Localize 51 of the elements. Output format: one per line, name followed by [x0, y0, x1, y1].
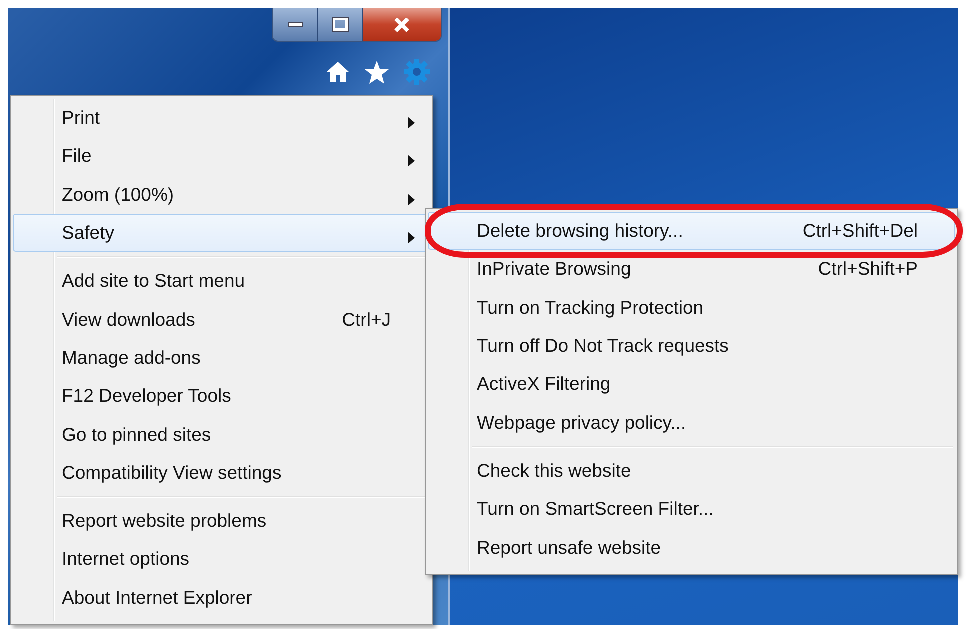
- menu-item-label: Turn on Tracking Protection: [477, 296, 704, 319]
- menu-item-label: About Internet Explorer: [62, 586, 252, 609]
- menu-item-label: Safety: [62, 222, 114, 244]
- menu-item-label: Turn on SmartScreen Filter...: [477, 498, 714, 520]
- menu-item-label: Manage add-ons: [62, 346, 201, 369]
- menu-item-label: Internet options: [62, 548, 190, 570]
- menu-item[interactable]: Webpage privacy policy...: [428, 403, 955, 442]
- submenu-arrow-icon: [408, 155, 415, 168]
- menu-item-label: Add site to Start menu: [62, 270, 246, 292]
- shortcut-label: Ctrl+Shift+P: [818, 258, 918, 280]
- shortcut-label: Ctrl+J: [342, 308, 391, 331]
- menu-item[interactable]: Print: [13, 99, 430, 138]
- menu-item-label: F12 Developer Tools: [62, 385, 232, 408]
- menu-item-label: ActiveX Filtering: [477, 373, 611, 396]
- menu-item-label: Go to pinned sites: [62, 424, 212, 446]
- menu-item-label: Zoom (100%): [62, 184, 174, 206]
- minimize-button[interactable]: [273, 8, 317, 41]
- maximize-button[interactable]: [317, 8, 362, 41]
- submenu-arrow-icon: [408, 232, 415, 244]
- menu-item[interactable]: Report unsafe website: [428, 528, 955, 567]
- menu-item-label: Turn off Do Not Track requests: [477, 335, 729, 358]
- menu-item[interactable]: Zoom (100%): [13, 176, 430, 214]
- home-icon: [326, 61, 350, 83]
- close-button[interactable]: [362, 8, 441, 41]
- menu-item[interactable]: Turn off Do Not Track requests: [428, 326, 955, 366]
- submenu-arrow-icon: [408, 117, 415, 130]
- submenu-arrow-icon: [408, 194, 415, 206]
- menu-item[interactable]: Turn on Tracking Protection: [428, 288, 955, 327]
- menu-item-label: Compatibility View settings: [62, 462, 282, 484]
- close-icon: [394, 18, 410, 32]
- menu-item-label: Webpage privacy policy...: [477, 412, 686, 434]
- menu-item-label: View downloads: [62, 308, 196, 331]
- minimize-icon: [288, 22, 302, 27]
- menu-item[interactable]: Check this website: [428, 452, 955, 490]
- menu-item-label: File: [62, 145, 92, 168]
- maximize-icon: [332, 17, 348, 32]
- star-icon: [365, 60, 389, 84]
- menu-item-label: Print: [62, 107, 100, 130]
- menu-item-label: Report unsafe website: [477, 536, 662, 559]
- menu-item[interactable]: ActiveX Filtering: [428, 365, 955, 404]
- menu-item[interactable]: About Internet Explorer: [13, 578, 430, 617]
- menu-item-label: Check this website: [477, 460, 632, 482]
- menu-item[interactable]: File: [13, 137, 430, 176]
- menu-item-label: InPrivate Browsing: [477, 258, 632, 280]
- menu-item[interactable]: InPrivate Browsing Ctrl+Shift+P: [428, 250, 955, 289]
- menu-item[interactable]: Delete browsing history... Ctrl+Shift+Del: [428, 212, 955, 250]
- menu-item[interactable]: Turn on SmartScreen Filter...: [428, 490, 955, 528]
- menu-item-label: Delete browsing history...: [477, 220, 684, 242]
- shortcut-label: Ctrl+Shift+Del: [802, 220, 918, 242]
- gear-icon: [404, 59, 430, 85]
- menu-item-label: Report website problems: [62, 510, 267, 532]
